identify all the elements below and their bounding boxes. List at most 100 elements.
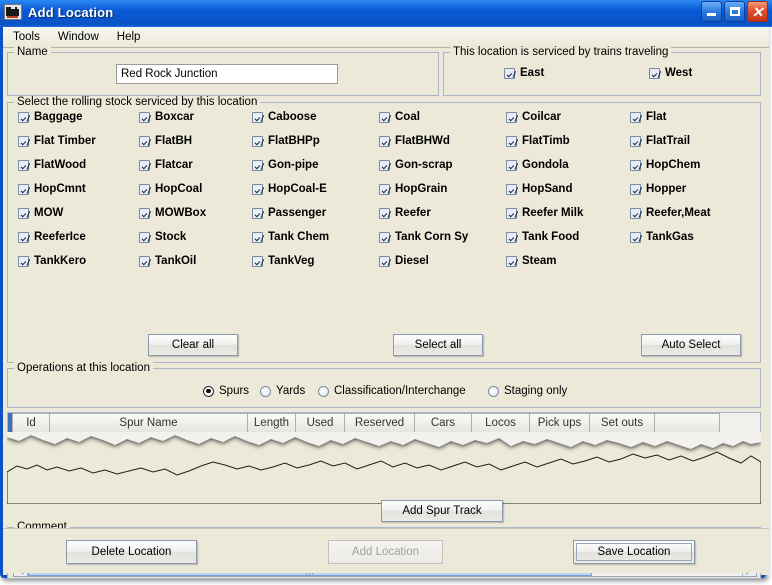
checkbox-tankkero[interactable]: TankKero bbox=[18, 255, 86, 267]
checkbox-box[interactable] bbox=[506, 256, 517, 267]
checkbox-east[interactable]: East bbox=[504, 67, 544, 79]
checkbox-box[interactable] bbox=[506, 136, 517, 147]
checkbox-box[interactable] bbox=[139, 136, 150, 147]
checkbox-east-box[interactable] bbox=[504, 68, 515, 79]
checkbox-boxcar[interactable]: Boxcar bbox=[139, 111, 194, 123]
checkbox-flatcar[interactable]: Flatcar bbox=[139, 159, 193, 171]
add-spur-track-button[interactable]: Add Spur Track bbox=[381, 500, 503, 522]
column-header-set-outs[interactable]: Set outs bbox=[590, 413, 655, 433]
checkbox-box[interactable] bbox=[139, 256, 150, 267]
checkbox-hopcoal-e[interactable]: HopCoal-E bbox=[252, 183, 327, 195]
checkbox-steam[interactable]: Steam bbox=[506, 255, 557, 267]
checkbox-passenger[interactable]: Passenger bbox=[252, 207, 326, 219]
location-name-input[interactable]: Red Rock Junction bbox=[116, 64, 338, 84]
radio-classification-dot[interactable] bbox=[318, 386, 329, 397]
checkbox-west-box[interactable] bbox=[649, 68, 660, 79]
radio-spurs[interactable]: Spurs bbox=[203, 385, 249, 397]
checkbox-box[interactable] bbox=[630, 112, 641, 123]
checkbox-box[interactable] bbox=[252, 136, 263, 147]
checkbox-box[interactable] bbox=[252, 160, 263, 171]
checkbox-hopchem[interactable]: HopChem bbox=[630, 159, 700, 171]
checkbox-box[interactable] bbox=[18, 232, 29, 243]
checkbox-box[interactable] bbox=[18, 208, 29, 219]
checkbox-mowbox[interactable]: MOWBox bbox=[139, 207, 206, 219]
checkbox-box[interactable] bbox=[379, 208, 390, 219]
checkbox-box[interactable] bbox=[379, 136, 390, 147]
menu-item-tools[interactable]: Tools bbox=[5, 29, 48, 45]
checkbox-reefer-milk[interactable]: Reefer Milk bbox=[506, 207, 583, 219]
radio-staging-dot[interactable] bbox=[488, 386, 499, 397]
checkbox-box[interactable] bbox=[630, 136, 641, 147]
checkbox-box[interactable] bbox=[252, 232, 263, 243]
checkbox-box[interactable] bbox=[379, 232, 390, 243]
delete-location-button[interactable]: Delete Location bbox=[66, 540, 197, 564]
checkbox-box[interactable] bbox=[252, 184, 263, 195]
checkbox-mow[interactable]: MOW bbox=[18, 207, 63, 219]
checkbox-reeferice[interactable]: ReeferIce bbox=[18, 231, 86, 243]
checkbox-tankveg[interactable]: TankVeg bbox=[252, 255, 314, 267]
checkbox-hopgrain[interactable]: HopGrain bbox=[379, 183, 447, 195]
checkbox-flat[interactable]: Flat bbox=[630, 111, 666, 123]
checkbox-tankgas[interactable]: TankGas bbox=[630, 231, 694, 243]
column-header-id[interactable]: Id bbox=[12, 413, 50, 433]
checkbox-hopcmnt[interactable]: HopCmnt bbox=[18, 183, 86, 195]
maximize-button[interactable] bbox=[724, 1, 745, 22]
checkbox-flattrail[interactable]: FlatTrail bbox=[630, 135, 690, 147]
checkbox-hopsand[interactable]: HopSand bbox=[506, 183, 572, 195]
checkbox-gondola[interactable]: Gondola bbox=[506, 159, 569, 171]
radio-staging-only[interactable]: Staging only bbox=[488, 385, 567, 397]
save-location-button[interactable]: Save Location bbox=[573, 540, 695, 564]
column-header-cars[interactable]: Cars bbox=[415, 413, 472, 433]
checkbox-box[interactable] bbox=[139, 184, 150, 195]
checkbox-west[interactable]: West bbox=[649, 67, 692, 79]
minimize-button[interactable] bbox=[701, 1, 722, 22]
radio-classification-interchange[interactable]: Classification/Interchange bbox=[318, 385, 466, 397]
checkbox-flattimb[interactable]: FlatTimb bbox=[506, 135, 570, 147]
checkbox-hopper[interactable]: Hopper bbox=[630, 183, 686, 195]
checkbox-box[interactable] bbox=[252, 256, 263, 267]
checkbox-diesel[interactable]: Diesel bbox=[379, 255, 429, 267]
checkbox-box[interactable] bbox=[139, 112, 150, 123]
checkbox-box[interactable] bbox=[630, 208, 641, 219]
checkbox-box[interactable] bbox=[139, 160, 150, 171]
checkbox-caboose[interactable]: Caboose bbox=[252, 111, 317, 123]
column-header-locos[interactable]: Locos bbox=[472, 413, 530, 433]
checkbox-box[interactable] bbox=[506, 112, 517, 123]
column-header-spur-name[interactable]: Spur Name bbox=[50, 413, 248, 433]
checkbox-baggage[interactable]: Baggage bbox=[18, 111, 83, 123]
checkbox-box[interactable] bbox=[379, 184, 390, 195]
clear-all-button[interactable]: Clear all bbox=[148, 334, 238, 356]
checkbox-tank-chem[interactable]: Tank Chem bbox=[252, 231, 329, 243]
checkbox-box[interactable] bbox=[139, 208, 150, 219]
checkbox-coilcar[interactable]: Coilcar bbox=[506, 111, 561, 123]
checkbox-reefer[interactable]: Reefer bbox=[379, 207, 431, 219]
auto-select-button[interactable]: Auto Select bbox=[641, 334, 741, 356]
checkbox-tankoil[interactable]: TankOil bbox=[139, 255, 196, 267]
checkbox-box[interactable] bbox=[252, 112, 263, 123]
column-header-blank[interactable] bbox=[655, 413, 720, 433]
checkbox-flat-timber[interactable]: Flat Timber bbox=[18, 135, 96, 147]
checkbox-flatbh[interactable]: FlatBH bbox=[139, 135, 192, 147]
checkbox-box[interactable] bbox=[18, 256, 29, 267]
select-all-button[interactable]: Select all bbox=[393, 334, 483, 356]
checkbox-box[interactable] bbox=[506, 232, 517, 243]
checkbox-box[interactable] bbox=[18, 112, 29, 123]
checkbox-gon-pipe[interactable]: Gon-pipe bbox=[252, 159, 318, 171]
column-header-reserved[interactable]: Reserved bbox=[345, 413, 415, 433]
checkbox-tank-food[interactable]: Tank Food bbox=[506, 231, 579, 243]
column-header-used[interactable]: Used bbox=[296, 413, 345, 433]
checkbox-flatbhpp[interactable]: FlatBHPp bbox=[252, 135, 320, 147]
menu-item-window[interactable]: Window bbox=[50, 29, 107, 45]
checkbox-box[interactable] bbox=[379, 160, 390, 171]
column-header-length[interactable]: Length bbox=[248, 413, 296, 433]
column-header-pick-ups[interactable]: Pick ups bbox=[530, 413, 590, 433]
checkbox-box[interactable] bbox=[506, 184, 517, 195]
checkbox-box[interactable] bbox=[379, 256, 390, 267]
close-icon[interactable]: ✕ bbox=[747, 1, 768, 22]
checkbox-box[interactable] bbox=[252, 208, 263, 219]
radio-yards-dot[interactable] bbox=[260, 386, 271, 397]
menu-item-help[interactable]: Help bbox=[109, 29, 149, 45]
radio-yards[interactable]: Yards bbox=[260, 385, 305, 397]
checkbox-box[interactable] bbox=[630, 160, 641, 171]
checkbox-reefer-meat[interactable]: Reefer,Meat bbox=[630, 207, 711, 219]
